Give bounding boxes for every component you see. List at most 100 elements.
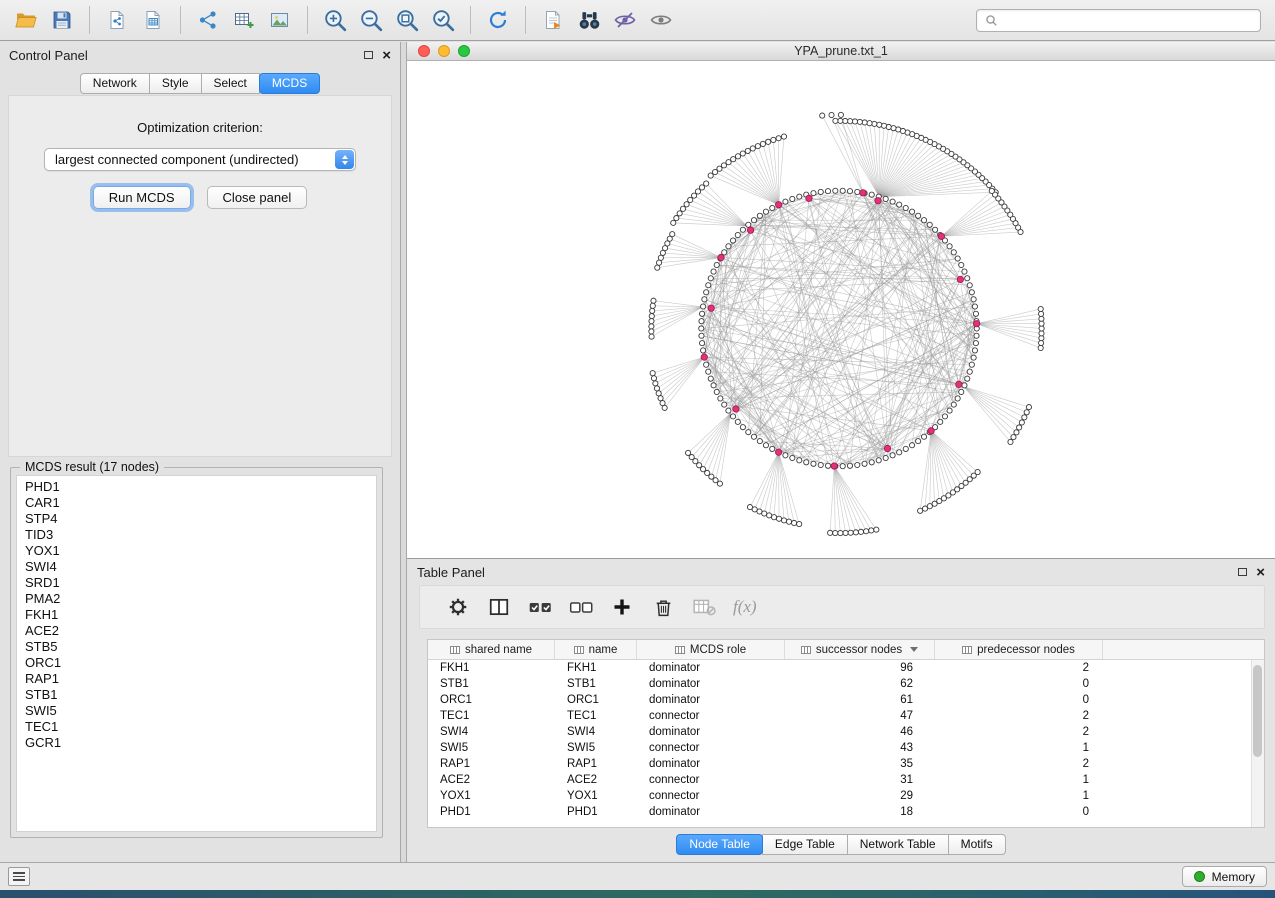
search-box[interactable] <box>976 9 1261 32</box>
mcds-result-item[interactable]: PHD1 <box>25 479 376 495</box>
tab-style[interactable]: Style <box>149 73 202 94</box>
mcds-result-item[interactable]: YOX1 <box>25 543 376 559</box>
close-table-panel-icon[interactable]: × <box>1256 565 1265 580</box>
table-scrollbar[interactable] <box>1251 660 1264 827</box>
table-cell[interactable]: connector <box>637 742 785 754</box>
column-header-name[interactable]: name <box>555 640 637 659</box>
show-details-button[interactable] <box>643 3 679 37</box>
share-document-button[interactable] <box>535 3 571 37</box>
table-cell[interactable]: dominator <box>637 694 785 706</box>
tab-mcds[interactable]: MCDS <box>259 73 320 94</box>
hide-details-button[interactable] <box>607 3 643 37</box>
table-cell[interactable]: 1 <box>935 742 1103 754</box>
close-panel-button[interactable]: Close panel <box>207 186 308 209</box>
window-maximize-button[interactable] <box>458 45 470 57</box>
mcds-result-item[interactable]: STB1 <box>25 687 376 703</box>
table-row[interactable]: SWI4SWI4dominator462 <box>428 724 1264 740</box>
import-table-file-button[interactable] <box>135 3 171 37</box>
mcds-result-item[interactable]: SWI4 <box>25 559 376 575</box>
add-column-button[interactable] <box>606 591 638 623</box>
network-canvas[interactable] <box>407 61 1275 558</box>
table-cell[interactable]: 29 <box>785 790 935 802</box>
table-cell[interactable]: ACE2 <box>428 774 555 786</box>
show-columns-button[interactable] <box>483 591 515 623</box>
table-cell[interactable]: FKH1 <box>428 662 555 674</box>
table-settings-button[interactable] <box>442 591 474 623</box>
table-cell[interactable]: ORC1 <box>428 694 555 706</box>
new-network-button[interactable] <box>190 3 226 37</box>
table-cell[interactable]: dominator <box>637 758 785 770</box>
close-panel-icon[interactable]: × <box>382 48 391 63</box>
mcds-result-item[interactable]: FKH1 <box>25 607 376 623</box>
table-cell[interactable]: 2 <box>935 758 1103 770</box>
table-scrollbar-thumb[interactable] <box>1253 665 1262 757</box>
table-row[interactable]: RAP1RAP1dominator352 <box>428 756 1264 772</box>
mcds-result-item[interactable]: TID3 <box>25 527 376 543</box>
table-cell[interactable]: ACE2 <box>555 774 637 786</box>
table-cell[interactable]: PHD1 <box>428 806 555 818</box>
table-cell[interactable]: YOX1 <box>555 790 637 802</box>
table-row[interactable]: SWI5SWI5connector431 <box>428 740 1264 756</box>
table-cell[interactable]: YOX1 <box>428 790 555 802</box>
table-row[interactable]: TEC1TEC1connector472 <box>428 708 1264 724</box>
mcds-result-item[interactable]: STB5 <box>25 639 376 655</box>
table-cell[interactable]: 2 <box>935 710 1103 722</box>
mcds-result-item[interactable]: ACE2 <box>25 623 376 639</box>
table-cell[interactable]: 1 <box>935 774 1103 786</box>
save-session-button[interactable] <box>44 3 80 37</box>
column-header-mcds-role[interactable]: MCDS role <box>637 640 785 659</box>
table-row[interactable]: ORC1ORC1dominator610 <box>428 692 1264 708</box>
table-cell[interactable]: connector <box>637 790 785 802</box>
table-row[interactable]: ACE2ACE2connector311 <box>428 772 1264 788</box>
table-cell[interactable]: dominator <box>637 806 785 818</box>
table-row[interactable]: STB1STB1dominator620 <box>428 676 1264 692</box>
table-cell[interactable]: connector <box>637 774 785 786</box>
mcds-result-item[interactable]: TEC1 <box>25 719 376 735</box>
zoom-in-button[interactable] <box>317 3 353 37</box>
table-cell[interactable]: STB1 <box>428 678 555 690</box>
mcds-result-item[interactable]: STP4 <box>25 511 376 527</box>
table-cell[interactable]: TEC1 <box>555 710 637 722</box>
mcds-result-item[interactable]: GCR1 <box>25 735 376 751</box>
select-all-columns-button[interactable] <box>524 591 556 623</box>
unselect-all-columns-button[interactable] <box>565 591 597 623</box>
panel-divider[interactable] <box>400 42 407 862</box>
tab-network-table[interactable]: Network Table <box>847 834 949 855</box>
table-cell[interactable]: 43 <box>785 742 935 754</box>
table-cell[interactable]: 2 <box>935 726 1103 738</box>
table-cell[interactable]: SWI4 <box>428 726 555 738</box>
table-cell[interactable]: SWI5 <box>555 742 637 754</box>
status-menu-button[interactable] <box>8 867 30 886</box>
new-table-button[interactable] <box>226 3 262 37</box>
mcds-result-item[interactable]: ORC1 <box>25 655 376 671</box>
table-row[interactable]: YOX1YOX1connector291 <box>428 788 1264 804</box>
table-cell[interactable]: RAP1 <box>428 758 555 770</box>
delete-column-button[interactable] <box>647 591 679 623</box>
table-cell[interactable]: STB1 <box>555 678 637 690</box>
table-cell[interactable]: SWI5 <box>428 742 555 754</box>
table-cell[interactable]: FKH1 <box>555 662 637 674</box>
tab-select[interactable]: Select <box>201 73 260 94</box>
mcds-result-item[interactable]: PMA2 <box>25 591 376 607</box>
column-header-shared-name[interactable]: shared name <box>428 640 555 659</box>
window-minimize-button[interactable] <box>438 45 450 57</box>
table-cell[interactable]: connector <box>637 710 785 722</box>
table-cell[interactable]: 0 <box>935 678 1103 690</box>
table-cell[interactable]: PHD1 <box>555 806 637 818</box>
column-header-successor-nodes[interactable]: successor nodes <box>785 640 935 659</box>
table-cell[interactable]: RAP1 <box>555 758 637 770</box>
table-row[interactable]: FKH1FKH1dominator962 <box>428 660 1264 676</box>
tab-motifs[interactable]: Motifs <box>948 834 1006 855</box>
float-panel-icon[interactable] <box>364 51 373 59</box>
table-cell[interactable]: 46 <box>785 726 935 738</box>
table-cell[interactable]: 96 <box>785 662 935 674</box>
mcds-result-list[interactable]: PHD1CAR1STP4TID3YOX1SWI4SRD1PMA2FKH1ACE2… <box>16 475 377 832</box>
open-session-button[interactable] <box>8 3 44 37</box>
sort-descending-icon[interactable] <box>910 647 918 652</box>
import-network-file-button[interactable] <box>99 3 135 37</box>
table-cell[interactable]: 18 <box>785 806 935 818</box>
window-close-button[interactable] <box>418 45 430 57</box>
mcds-result-item[interactable]: RAP1 <box>25 671 376 687</box>
table-cell[interactable]: 62 <box>785 678 935 690</box>
network-search-button[interactable] <box>571 3 607 37</box>
